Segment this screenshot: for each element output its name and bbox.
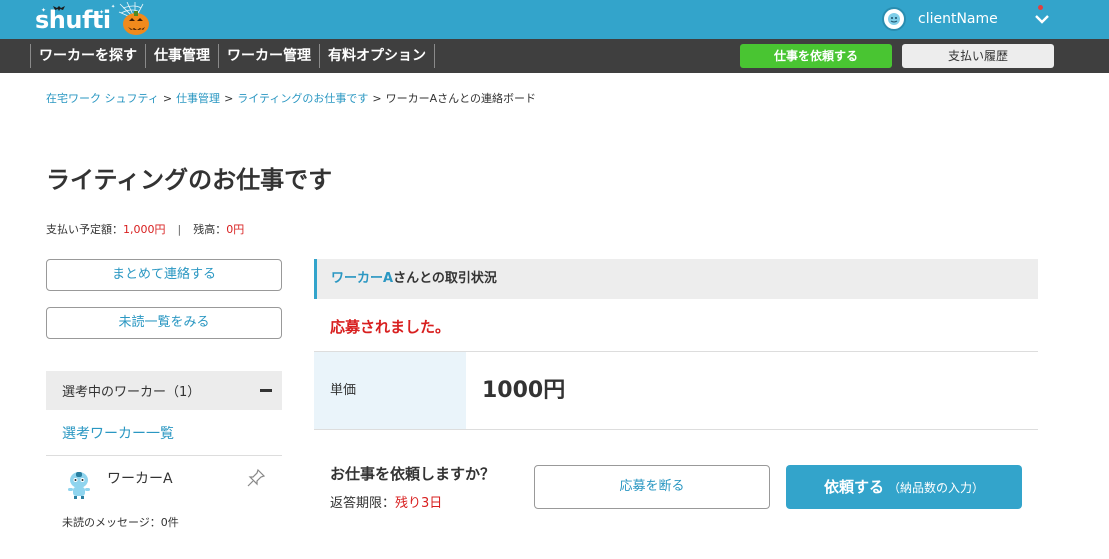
status-message: 応募されました。	[330, 318, 451, 336]
halloween-decoration-icon: ✦ ✦ ✦	[41, 2, 149, 35]
user-avatar-icon	[888, 13, 900, 25]
unit-price-label: 単価	[314, 352, 466, 429]
status-header-suffix: さんとの取引状況	[393, 271, 497, 286]
breadcrumb-separator: >	[372, 92, 382, 105]
unread-messages-count: 未読のメッセージ：0件	[62, 516, 179, 529]
breadcrumb-job-management-link[interactable]: 仕事管理	[176, 92, 220, 105]
selecting-workers-header[interactable]: 選考中のワーカー（1）	[46, 371, 282, 410]
nav-item-find-workers[interactable]: ワーカーを探す	[30, 44, 145, 68]
shufti-logo[interactable]: shufti ✦ ✦ ✦	[35, 2, 155, 38]
chevron-down-icon[interactable]	[1032, 9, 1052, 29]
unit-price-value: 1000円	[482, 378, 566, 403]
payment-summary: 支払い予定額：1,000円 | 残高：0円	[46, 221, 244, 237]
breadcrumb-home-link[interactable]: 在宅ワーク シュフティ	[46, 92, 159, 105]
reply-deadline: 返答期限：残り3日	[330, 492, 442, 511]
breadcrumb-job-link[interactable]: ライティングのお仕事です	[237, 92, 368, 105]
worker-list-item[interactable]: ワーカーA	[46, 462, 282, 502]
payment-divider: |	[177, 223, 182, 236]
nav-menu: ワーカーを探す 仕事管理 ワーカー管理 有料オプション	[30, 44, 435, 68]
svg-text:✦: ✦	[41, 7, 46, 14]
notification-dot-icon	[1038, 5, 1043, 10]
page-title: ライティングのお仕事です	[46, 166, 333, 194]
balance-value: 0円	[226, 223, 245, 236]
pin-icon[interactable]	[246, 468, 266, 488]
payment-history-button[interactable]: 支払い履歴	[902, 44, 1054, 68]
balance-label: 残高：	[193, 223, 227, 236]
order-button-label: 依頼する	[823, 478, 884, 496]
svg-text:✦: ✦	[111, 4, 115, 10]
user-avatar	[882, 7, 906, 31]
bulk-contact-button[interactable]: まとめて連絡する	[46, 259, 282, 291]
breadcrumb-separator: >	[224, 92, 234, 105]
breadcrumb: 在宅ワーク シュフティ > 仕事管理 > ライティングのお仕事です > ワーカーAさんとの連…	[46, 90, 536, 106]
payment-value: 1,000円	[123, 223, 166, 236]
worker-name[interactable]: ワーカーA	[107, 468, 173, 488]
request-job-button[interactable]: 仕事を依頼する	[740, 44, 892, 68]
divider	[46, 455, 282, 456]
main-navbar: ワーカーを探す 仕事管理 ワーカー管理 有料オプション 仕事を依頼する 支払い履…	[0, 39, 1109, 73]
decline-application-button[interactable]: 応募を断る	[534, 465, 770, 509]
deadline-label: 返答期限：	[330, 496, 396, 511]
status-worker-link[interactable]: ワーカーA	[331, 271, 393, 286]
transaction-status-header: ワーカーAさんとの取引状況	[314, 259, 1038, 299]
nav-item-job-management[interactable]: 仕事管理	[145, 44, 218, 68]
unread-list-button[interactable]: 未読一覧をみる	[46, 307, 282, 339]
worker-avatar-icon	[68, 472, 90, 499]
payment-label: 支払い予定額：	[46, 223, 123, 236]
user-menu[interactable]: clientName	[882, 6, 1052, 32]
user-name: clientName	[918, 11, 998, 27]
worker-list-link[interactable]: 選考ワーカー一覧	[62, 423, 174, 443]
top-header: shufti ✦ ✦ ✦ clientName	[0, 0, 1109, 39]
nav-item-worker-management[interactable]: ワーカー管理	[218, 44, 319, 68]
order-button[interactable]: 依頼する （納品数の入力）	[786, 465, 1022, 509]
svg-text:✦: ✦	[99, 9, 104, 16]
nav-item-paid-options[interactable]: 有料オプション	[319, 44, 435, 68]
breadcrumb-separator: >	[162, 92, 173, 105]
request-question: お仕事を依頼しますか？	[330, 465, 496, 483]
collapse-minus-icon[interactable]	[260, 389, 272, 392]
breadcrumb-current: ワーカーAさんとの連絡ボード	[385, 92, 537, 105]
divider	[314, 429, 1038, 430]
unit-price-row: 単価 1000円	[314, 352, 1038, 429]
order-button-sublabel: （納品数の入力）	[888, 481, 985, 495]
selecting-workers-label: 選考中のワーカー（1）	[62, 385, 201, 400]
deadline-value: 残り3日	[395, 496, 443, 511]
